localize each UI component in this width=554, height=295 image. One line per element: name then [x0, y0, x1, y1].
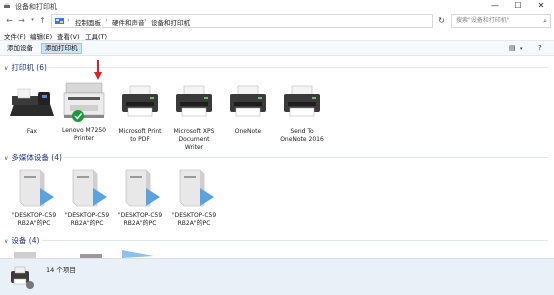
device-label: Lenovo M7250 Printer [62, 127, 106, 142]
device-label: "DESKTOP-C59 RB2A"的PC [11, 212, 57, 227]
device-item-lenovo-m7250[interactable]: Lenovo M7250 Printer [57, 79, 111, 143]
group-header-devices[interactable]: ∨ 设备 (4) [4, 235, 39, 246]
minimize-button[interactable]: — [484, 0, 506, 13]
group-label: 多媒体设备 (4) [11, 153, 62, 162]
red-arrow-icon [94, 60, 102, 80]
partial-device-icons [14, 250, 154, 258]
refresh-icon[interactable]: ↻ [436, 15, 447, 26]
media-device-item[interactable]: "DESKTOP-C59 RB2A"的PC [60, 166, 114, 228]
devices-printers-icon [4, 3, 10, 8]
printer-icon [122, 85, 158, 117]
help-icon[interactable]: ? [538, 44, 542, 52]
media-device-item[interactable]: "DESKTOP-C59 RB2A"的PC [7, 166, 61, 228]
item-count: 14 个项目 [46, 266, 76, 274]
media-pc-icon [19, 169, 54, 207]
back-button[interactable]: ← [4, 15, 15, 26]
device-item-fax[interactable]: Fax [5, 82, 59, 136]
breadcrumb-hardware-sound[interactable]: 硬件和声音 [112, 17, 145, 27]
printer-icon [284, 85, 320, 117]
printer-icon [176, 85, 212, 117]
view-options-chevron-icon[interactable]: ▾ [520, 46, 523, 52]
device-item-ms-xps-writer[interactable]: Microsoft XPS Document Writer [167, 82, 221, 152]
add-printer-button[interactable]: 添加打印机 [41, 43, 82, 54]
breadcrumb-separator-icon: › [144, 16, 147, 24]
close-button[interactable]: ✕ [530, 0, 552, 13]
device-item-onenote[interactable]: OneNote [221, 82, 275, 136]
breadcrumb-separator-icon: › [105, 16, 108, 24]
device-label: "DESKTOP-C59 RB2A"的PC [117, 212, 163, 227]
title-bar: 设备和打印机 — ☐ ✕ [0, 0, 554, 13]
group-divider [48, 67, 548, 68]
search-placeholder: 搜索"设备和打印机" [456, 17, 510, 24]
device-label: Microsoft XPS Document Writer [173, 128, 215, 151]
group-header-multimedia[interactable]: ∨ 多媒体设备 (4) [4, 152, 62, 163]
forward-button[interactable]: → [16, 15, 27, 26]
group-label: 打印机 (6) [11, 63, 47, 72]
default-check-icon [72, 110, 84, 122]
device-item-ms-print-pdf[interactable]: Microsoft Print to PDF [113, 82, 167, 144]
group-divider [42, 240, 548, 241]
media-pc-icon [72, 169, 107, 207]
status-bar: 14 个项目 [0, 258, 554, 295]
control-panel-icon [55, 18, 64, 24]
printer-icon [230, 85, 266, 117]
window-title: 设备和打印机 [15, 3, 57, 11]
device-label: "DESKTOP-C59 RB2A"的PC [64, 212, 110, 227]
device-label: OneNote [234, 128, 262, 135]
fax-icon [10, 88, 54, 116]
group-label: 设备 (4) [11, 236, 40, 245]
multifunction-printer-icon [63, 82, 105, 122]
maximize-button[interactable]: ☐ [507, 0, 529, 13]
add-device-button[interactable]: 添加设备 [4, 43, 36, 54]
breadcrumb-control-panel[interactable]: 控制面板 [75, 17, 101, 27]
group-divider [64, 157, 548, 158]
up-button[interactable]: ↑ [37, 15, 48, 26]
media-device-item[interactable]: "DESKTOP-C59 RB2A"的PC [167, 166, 221, 228]
command-bar: 添加设备 添加打印机 ▤ ▾ ? [0, 40, 554, 56]
device-label: Microsoft Print to PDF [118, 128, 162, 143]
device-item-send-to-onenote[interactable]: Send To OneNote 2016 [275, 82, 329, 144]
media-pc-icon [179, 169, 214, 207]
device-label: "DESKTOP-C59 RB2A"的PC [171, 212, 217, 227]
search-input[interactable]: 搜索"设备和打印机" ⌕ [451, 14, 551, 28]
navigation-bar: ← → ▾ ↑ › 控制面板 › 硬件和声音 › 设备和打印机 › ▾ ↻ 搜索… [0, 13, 554, 29]
device-label: Send To OneNote 2016 [280, 128, 324, 143]
devices-printers-large-icon [11, 266, 34, 289]
breadcrumb-devices-printers[interactable]: 设备和打印机 [151, 17, 190, 27]
search-icon[interactable]: ⌕ [543, 15, 547, 27]
collapse-chevron-icon[interactable]: ∨ [4, 65, 8, 72]
breadcrumb-separator-icon: › [67, 16, 70, 24]
change-view-icon[interactable]: ▤ [509, 44, 516, 52]
media-pc-icon [125, 169, 160, 207]
menu-bar: 文件(F) 编辑(E) 查看(V) 工具(T) [0, 29, 554, 41]
media-device-item[interactable]: "DESKTOP-C59 RB2A"的PC [113, 166, 167, 228]
breadcrumb-separator-icon: › [188, 16, 191, 24]
device-label: Fax [26, 128, 38, 135]
group-header-printers[interactable]: ∨ 打印机 (6) [4, 62, 47, 73]
address-bar[interactable]: › 控制面板 › 硬件和声音 › 设备和打印机 › ▾ [51, 14, 476, 28]
collapse-chevron-icon[interactable]: ∨ [4, 238, 8, 245]
collapse-chevron-icon[interactable]: ∨ [4, 155, 8, 162]
